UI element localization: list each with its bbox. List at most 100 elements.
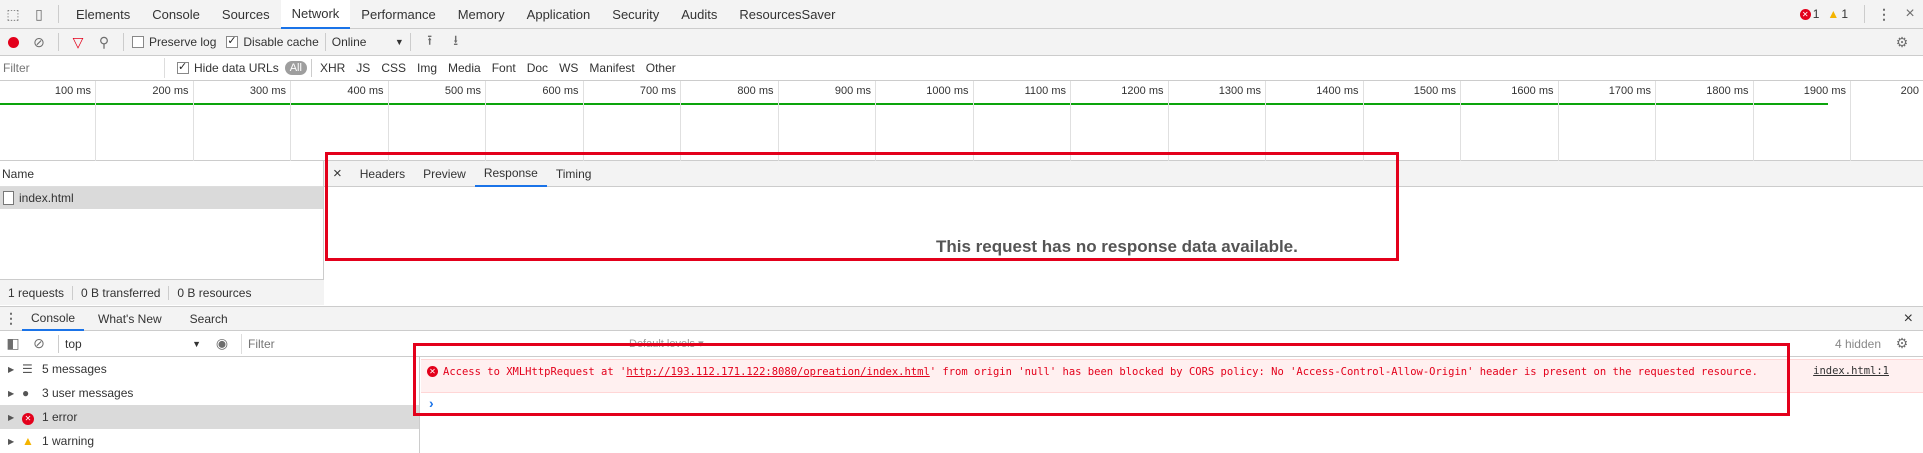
filter-type-manifest[interactable]: Manifest [584,60,639,76]
filter-type-font[interactable]: Font [487,60,521,76]
sidebar-item-errors[interactable]: ▶ ✕ 1 error [0,405,419,429]
preserve-log-label: Preserve log [149,35,217,49]
chevron-down-icon: ▼ [192,338,201,349]
filter-type-css[interactable]: CSS [376,60,411,76]
context-select[interactable]: top ▼ [65,337,201,351]
tab-console[interactable]: Console [141,0,211,29]
filter-type-doc[interactable]: Doc [522,60,553,76]
filter-type-js[interactable]: JS [351,60,375,76]
error-icon: ✕ [22,410,42,425]
export-har-icon[interactable]: ⭳ [443,28,469,57]
clear-icon[interactable]: ⊘ [26,28,52,57]
network-overview-timeline[interactable]: 100 ms 200 ms 300 ms 400 ms 500 ms 600 ms 700 … [0,81,1923,161]
tab-sources[interactable]: Sources [211,0,281,29]
tab-resourcessaver[interactable]: ResourcesSaver [728,0,846,29]
timeline-tick-label: 1400 ms [1316,85,1359,97]
timeline-tick-label: 1900 ms [1803,85,1846,97]
import-har-icon[interactable]: ⭱ [417,28,443,57]
sidebar-item-label: 1 warning [42,434,95,448]
tab-network[interactable]: Network [280,0,351,29]
tab-memory[interactable]: Memory [447,0,516,29]
divider [324,33,326,51]
live-expression-eye-icon[interactable]: ◉ [209,331,235,357]
inspect-element-icon[interactable]: ⬚ [0,0,26,29]
request-file-name: index.html [19,191,74,205]
request-row[interactable]: index.html [0,187,323,209]
timeline-gridline [875,81,876,161]
error-badge[interactable]: ✕ 1 [1799,7,1820,21]
device-toolbar-icon[interactable]: ▯ [26,0,52,29]
name-column-header[interactable]: Name [0,161,323,187]
divider [58,33,59,51]
sidebar-item-label: 1 error [42,410,78,424]
settings-gear-icon[interactable]: ⚙ [1889,28,1915,57]
warning-count: 1 [1841,7,1848,21]
context-value: top [65,336,82,351]
resources-size: 0 B resources [177,285,252,300]
timeline-tick-label: 600 ms [542,85,579,97]
expand-triangle-icon: ▶ [8,436,15,446]
highlight-box-response [325,152,1399,261]
timeline-tick-label: 1500 ms [1413,85,1456,97]
filter-type-other[interactable]: Other [641,60,681,76]
hidden-messages-count: 4 hidden [1834,336,1881,351]
clear-console-icon[interactable]: ⊘ [26,331,52,357]
tab-application[interactable]: Application [516,0,602,29]
tab-audits[interactable]: Audits [670,0,728,29]
timeline-gridline [1655,81,1656,161]
sidebar-item-label: 5 messages [42,362,107,376]
expand-triangle-icon: ▶ [8,388,15,398]
filter-type-ws[interactable]: WS [554,60,583,76]
network-toolbar: ⊘ ▽ ⚲ Preserve log Disable cache Online … [0,29,1923,56]
drawer-tab-search[interactable]: Search [176,307,242,331]
sidebar-item-user-messages[interactable]: ▶ ● 3 user messages [0,381,419,405]
show-sidebar-icon[interactable]: ◧ [0,331,26,357]
drawer-tab-whats-new[interactable]: What's New [84,307,176,331]
highlight-box-error [413,343,1790,416]
close-devtools-icon[interactable]: × [1897,0,1923,29]
timeline-gridline [1362,81,1364,161]
console-settings-gear-icon[interactable]: ⚙ [1889,331,1915,357]
disable-cache-checkbox[interactable] [226,34,239,48]
divider [1864,5,1865,23]
filter-type-img[interactable]: Img [412,60,442,76]
error-source-link[interactable]: index.html:1 [1813,365,1889,377]
timeline-tick-label: 1100 ms [1024,85,1066,97]
timeline-gridline [1557,81,1559,161]
tab-security[interactable]: Security [601,0,670,29]
drawer-menu-icon[interactable]: ⋮ [0,307,22,331]
hide-data-urls-checkbox[interactable] [177,60,189,74]
timeline-gridline [95,81,96,161]
timeline-gridline [777,81,779,161]
more-menu-icon[interactable]: ⋮ [1871,0,1897,29]
search-icon[interactable]: ⚲ [91,28,117,57]
timeline-tick-label: 300 ms [249,85,286,97]
error-count: 1 [1812,7,1820,21]
sidebar-item-messages[interactable]: ▶ ☰ 5 messages [0,357,419,381]
filter-type-media[interactable]: Media [443,60,486,76]
throttling-select[interactable]: Online ▼ [332,35,404,49]
network-filter-bar: Hide data URLs All XHR JS CSS Img Media … [0,56,1923,81]
divider [58,334,59,353]
disable-cache-label: Disable cache [243,35,319,49]
tab-elements[interactable]: Elements [65,0,141,29]
warning-badge[interactable]: ▲ 1 [1827,7,1848,21]
close-drawer-icon[interactable]: × [1894,307,1923,331]
list-icon: ☰ [22,362,33,376]
timeline-tick-label: 200 ms [152,85,189,97]
preserve-log-checkbox[interactable] [132,36,144,48]
filter-input[interactable] [0,58,165,78]
timeline-gridline [582,81,584,161]
filter-type-all[interactable]: All [284,61,307,75]
throttling-value: Online [331,35,367,49]
drawer-tab-console[interactable]: Console [22,307,85,331]
warning-icon: ▲ [1827,7,1840,21]
record-icon[interactable] [0,28,26,57]
filter-type-xhr[interactable]: XHR [315,60,350,76]
tab-performance[interactable]: Performance [350,0,446,29]
timeline-tick-label: 1200 ms [1121,85,1164,97]
timeline-gridline [485,81,486,161]
timeline-tick-label: 1000 ms [926,85,969,97]
filter-icon[interactable]: ▽ [65,28,91,57]
sidebar-item-warnings[interactable]: ▶ ▲ 1 warning [0,429,419,453]
